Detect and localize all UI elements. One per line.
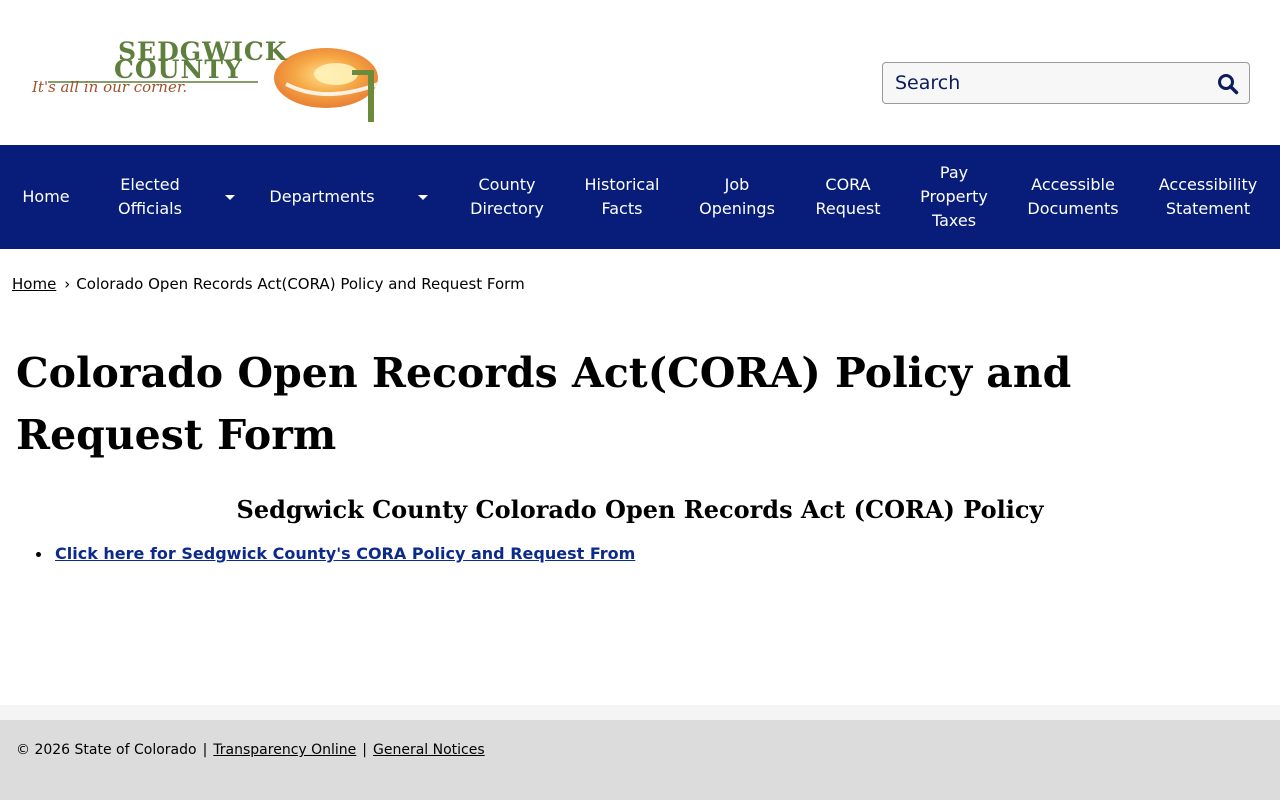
footer-divider (0, 705, 1280, 720)
nav-item-historical-facts[interactable]: Historical Facts (578, 145, 666, 249)
site-header: SEDGWICK COUNTY It's all in our corner. (0, 0, 1280, 145)
search-input[interactable] (883, 63, 1203, 103)
footer-copyright: © 2026 State of Colorado (16, 742, 197, 758)
breadcrumb: Home › Colorado Open Records Act(CORA) Pol… (12, 274, 525, 294)
nav-item-label: Home (22, 187, 70, 206)
footer-link-transparency-online[interactable]: Transparency Online (213, 742, 356, 758)
list-item: Click here for Sedgwick County's CORA Po… (36, 543, 635, 565)
search-icon (1218, 74, 1239, 95)
breadcrumb-current: Colorado Open Records Act(CORA) Policy a… (76, 275, 525, 293)
footer-link-general-notices[interactable]: General Notices (373, 742, 485, 758)
main-navigation: Home Elected Officials Departments Count… (0, 145, 1280, 249)
nav-item-label: Departments (269, 187, 375, 206)
nav-item-label: Historical Facts (584, 175, 660, 218)
nav-item-job-openings[interactable]: Job Openings (692, 145, 782, 249)
breadcrumb-home-link[interactable]: Home (12, 275, 56, 293)
nav-item-accessibility-statement[interactable]: Accessibility Statement (1150, 145, 1266, 249)
nav-item-accessible-documents[interactable]: Accessible Documents (1020, 145, 1126, 249)
nav-item-label: Pay Property Taxes (920, 163, 988, 230)
footer-separator: | (202, 742, 208, 758)
footer-line: © 2026 State of Colorado | Transparency On… (16, 740, 485, 760)
nav-item-label: Elected Officials (118, 175, 182, 218)
departments-dropdown-toggle[interactable] (411, 145, 435, 249)
nav-item-departments[interactable]: Departments (262, 145, 382, 249)
nav-item-home[interactable]: Home (14, 145, 78, 249)
breadcrumb-separator: › (64, 275, 71, 293)
search-button[interactable] (1215, 71, 1241, 97)
caret-down-icon (225, 194, 235, 200)
nav-item-county-directory[interactable]: County Directory (462, 145, 552, 249)
document-link-list: Click here for Sedgwick County's CORA Po… (36, 543, 635, 565)
footer-separator: | (362, 742, 368, 758)
nav-item-label: CORA Request (815, 175, 881, 218)
nav-item-label: Job Openings (699, 175, 775, 218)
nav-item-cora-request[interactable]: CORA Request (808, 145, 888, 249)
logo-tagline: It's all in our corner. (31, 78, 187, 96)
page-title: Colorado Open Records Act(CORA) Policy a… (16, 349, 1072, 459)
nav-item-label: County Directory (470, 175, 544, 218)
section-heading: Sedgwick County Colorado Open Records Ac… (236, 495, 1044, 524)
caret-down-icon (418, 194, 428, 200)
site-footer: © 2026 State of Colorado | Transparency On… (0, 720, 1280, 800)
elected-officials-dropdown-toggle[interactable] (218, 145, 242, 249)
bullet-icon (36, 552, 41, 557)
search-box (882, 62, 1250, 104)
cora-policy-link[interactable]: Click here for Sedgwick County's CORA Po… (55, 544, 635, 563)
nav-item-elected-officials[interactable]: Elected Officials (100, 145, 200, 249)
nav-item-pay-property-taxes[interactable]: Pay Property Taxes (912, 145, 996, 249)
nav-item-label: Accessibility Statement (1158, 175, 1258, 218)
nav-item-label: Accessible Documents (1027, 175, 1119, 218)
sedgwick-county-logo[interactable]: SEDGWICK COUNTY It's all in our corner. (28, 36, 400, 128)
